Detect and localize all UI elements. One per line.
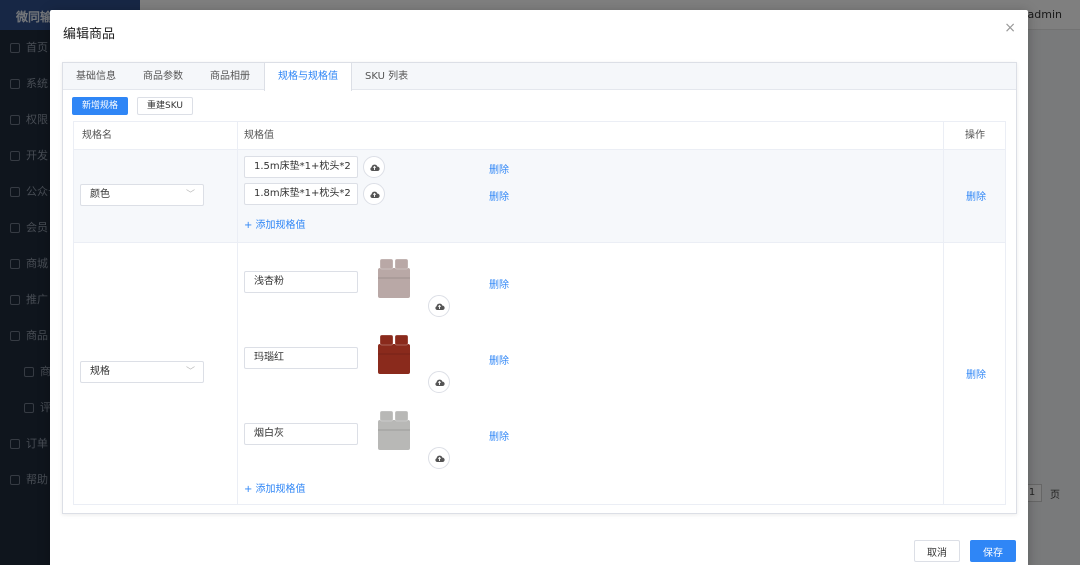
tab-basic-info[interactable]: 基础信息 (63, 63, 130, 89)
column-divider (943, 122, 944, 504)
cloud-upload-icon[interactable] (363, 183, 385, 205)
action-buttons: 新增规格 重建SKU (72, 97, 193, 115)
add-spec-value-link[interactable]: + 添加规格值 (244, 480, 306, 495)
delete-value-link[interactable]: 删除 (489, 188, 509, 203)
tab-sku-list[interactable]: SKU 列表 (352, 63, 422, 89)
column-divider (237, 122, 238, 504)
tab-product-album[interactable]: 商品相册 (197, 63, 264, 89)
add-spec-value-link[interactable]: + 添加规格值 (244, 216, 306, 231)
tab-card: 基础信息 商品参数 商品相册 规格与规格值 SKU 列表 新增规格 重建SKU … (62, 62, 1017, 514)
cloud-upload-icon[interactable] (428, 295, 450, 317)
row-divider (74, 242, 1005, 243)
chevron-down-icon: ﹀ (185, 367, 195, 377)
delete-value-link[interactable]: 删除 (489, 428, 509, 443)
edit-product-modal: 编辑商品 × 基础信息 商品参数 商品相册 规格与规格值 SKU 列表 新增规格… (50, 10, 1028, 565)
delete-row-link[interactable]: 删除 (966, 188, 986, 203)
bedding-image (377, 332, 411, 376)
delete-value-link[interactable]: 删除 (489, 352, 509, 367)
cloud-upload-icon[interactable] (428, 371, 450, 393)
tab-bar: 基础信息 商品参数 商品相册 规格与规格值 SKU 列表 (63, 63, 1016, 91)
delete-value-link[interactable]: 删除 (489, 276, 509, 291)
spec-value-input[interactable]: 1.5m床垫*1+枕头*2 (244, 156, 358, 178)
spec-value-input[interactable]: 1.8m床垫*1+枕头*2 (244, 183, 358, 205)
delete-row-link[interactable]: 删除 (966, 366, 986, 381)
add-spec-button[interactable]: 新增规格 (72, 97, 129, 115)
header-spec-values: 规格值 (244, 130, 274, 141)
rebuild-sku-button[interactable]: 重建SKU (137, 97, 193, 115)
spec-value-input[interactable]: 浅杏粉 (244, 271, 358, 293)
spec-value-input[interactable]: 玛瑙红 (244, 347, 358, 369)
header-action: 操作 (965, 130, 985, 141)
header-spec-name: 规格名 (82, 130, 112, 141)
chevron-down-icon: ﹀ (185, 190, 195, 200)
spec-table: 规格名 规格值 操作 颜色 ﹀ 1.5m床垫*1+枕头*2 删除 1.8m床垫*… (73, 121, 1006, 505)
table-row-color-bg (74, 150, 1005, 242)
close-icon[interactable]: × (1004, 20, 1016, 36)
bedding-image (377, 408, 411, 452)
spec-name-select[interactable]: 规格 ﹀ (80, 361, 204, 383)
modal-footer: 取消 保存 (914, 540, 1016, 562)
header-divider (74, 149, 1005, 150)
modal-title: 编辑商品 (63, 27, 116, 42)
spec-value-input[interactable]: 烟白灰 (244, 423, 358, 445)
cancel-button[interactable]: 取消 (914, 540, 960, 562)
save-button[interactable]: 保存 (970, 540, 1016, 562)
bedding-image (377, 256, 411, 300)
cloud-upload-icon[interactable] (363, 156, 385, 178)
delete-value-link[interactable]: 删除 (489, 161, 509, 176)
spec-name-select[interactable]: 颜色 ﹀ (80, 184, 204, 206)
cloud-upload-icon[interactable] (428, 447, 450, 469)
tab-product-params[interactable]: 商品参数 (130, 63, 197, 89)
tab-specs[interactable]: 规格与规格值 (264, 63, 352, 91)
